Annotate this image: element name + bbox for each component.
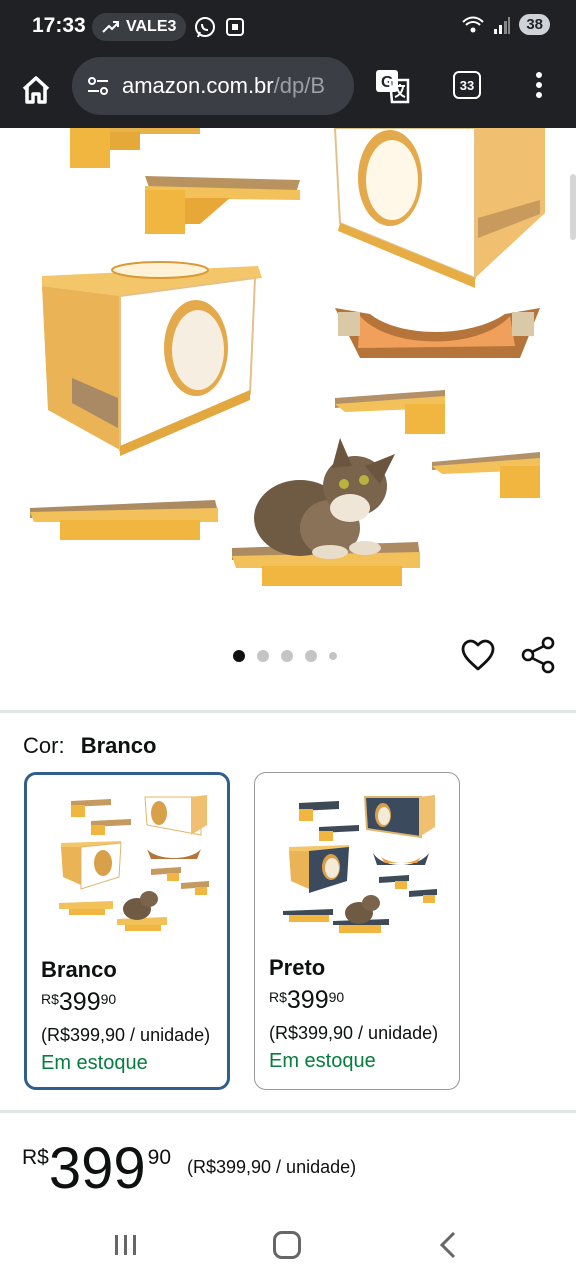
price-currency: R$ (41, 991, 59, 1007)
section-divider (0, 710, 576, 713)
price-cents: 90 (100, 991, 117, 1007)
url-text[interactable]: amazon.com.br/dp/B (122, 73, 344, 99)
ticker-label: VALE3 (126, 18, 177, 35)
price-cents: 90 (147, 1146, 171, 1169)
swatch-image-preto (283, 795, 437, 933)
price-whole: 399 (286, 986, 329, 1014)
product-price: R$ 399 90 (22, 1138, 171, 1200)
shelf-small-top (145, 176, 300, 234)
cube-left (42, 261, 262, 456)
screenshot-icon (226, 18, 244, 36)
cat (254, 438, 395, 559)
translate-icon[interactable]: G (374, 68, 412, 104)
address-bar[interactable]: amazon.com.br/dp/B (72, 57, 354, 115)
recent-apps-icon[interactable] (112, 1233, 140, 1257)
stock-ticker-chip[interactable]: VALE3 (92, 13, 187, 41)
shelf-top-left (70, 128, 200, 168)
price-currency: R$ (269, 989, 287, 1005)
url-domain: amazon.com.br (122, 73, 274, 98)
wifi-icon (462, 16, 485, 32)
status-time: 17:33 (32, 14, 86, 37)
cat-furniture-photo (30, 128, 545, 586)
pagination-dot-5[interactable] (329, 652, 337, 660)
price-whole: 399 (48, 1136, 146, 1201)
color-selector-label: Cor: Branco (23, 733, 156, 759)
notification-icons (194, 15, 246, 39)
color-option-branco[interactable]: Branco R$39990 (R$399,90 / unidade) Em e… (24, 772, 230, 1090)
shelf-right-mid (335, 390, 445, 434)
home-nav-icon[interactable] (273, 1231, 301, 1259)
site-settings-icon[interactable] (86, 75, 110, 97)
tab-switcher-icon[interactable]: 33 (453, 71, 481, 99)
option-name: Preto (269, 955, 326, 980)
status-right-icons: 38 (461, 14, 550, 35)
color-option-preto[interactable]: Preto R$39990 (R$399,90 / unidade) Em es… (254, 772, 460, 1090)
price-whole: 399 (58, 988, 101, 1016)
option-stock-status: Em estoque (41, 1052, 148, 1074)
pagination-dot-4[interactable] (305, 650, 317, 662)
pagination-dot-2[interactable] (257, 650, 269, 662)
option-name: Branco (41, 957, 117, 982)
product-image[interactable] (0, 128, 576, 710)
share-icon[interactable] (520, 636, 556, 674)
option-unit-price: (R$399,90 / unidade) (269, 1023, 439, 1043)
battery-indicator: 38 (519, 14, 550, 35)
pagination-dot-1[interactable] (233, 650, 245, 662)
heart-icon[interactable] (460, 638, 496, 672)
more-menu-icon[interactable] (528, 70, 550, 100)
price-cents: 90 (328, 989, 345, 1005)
option-price: R$39990 (41, 988, 116, 1017)
url-path: /dp/B (273, 73, 325, 98)
option-stock-status: Em estoque (269, 1050, 376, 1072)
price-currency: R$ (22, 1146, 49, 1169)
color-label: Cor: (23, 733, 65, 758)
section-divider (0, 1110, 576, 1113)
system-nav-bar (0, 1215, 576, 1280)
pagination-dot-3[interactable] (281, 650, 293, 662)
back-icon[interactable] (436, 1231, 460, 1259)
color-selected-value: Branco (80, 733, 157, 758)
status-bar: 17:33 VALE3 38 (0, 0, 576, 56)
page-scroll-indicator[interactable] (570, 174, 576, 240)
trend-up-icon (102, 21, 119, 33)
swatch-image-branco (59, 795, 209, 931)
shelf-right-low (432, 452, 540, 498)
home-icon[interactable] (18, 72, 54, 108)
unit-price: (R$399,90 / unidade) (187, 1157, 357, 1177)
hammock-shelf (335, 308, 540, 358)
option-price: R$39990 (269, 986, 344, 1015)
image-pagination-dots (233, 650, 337, 662)
shelf-left-bottom (30, 500, 218, 540)
cube-top-right (333, 128, 545, 288)
signal-icon (494, 16, 511, 34)
browser-toolbar: amazon.com.br/dp/B G 33 (0, 56, 576, 128)
whatsapp-icon (195, 17, 215, 38)
option-unit-price: (R$399,90 / unidade) (41, 1025, 211, 1045)
